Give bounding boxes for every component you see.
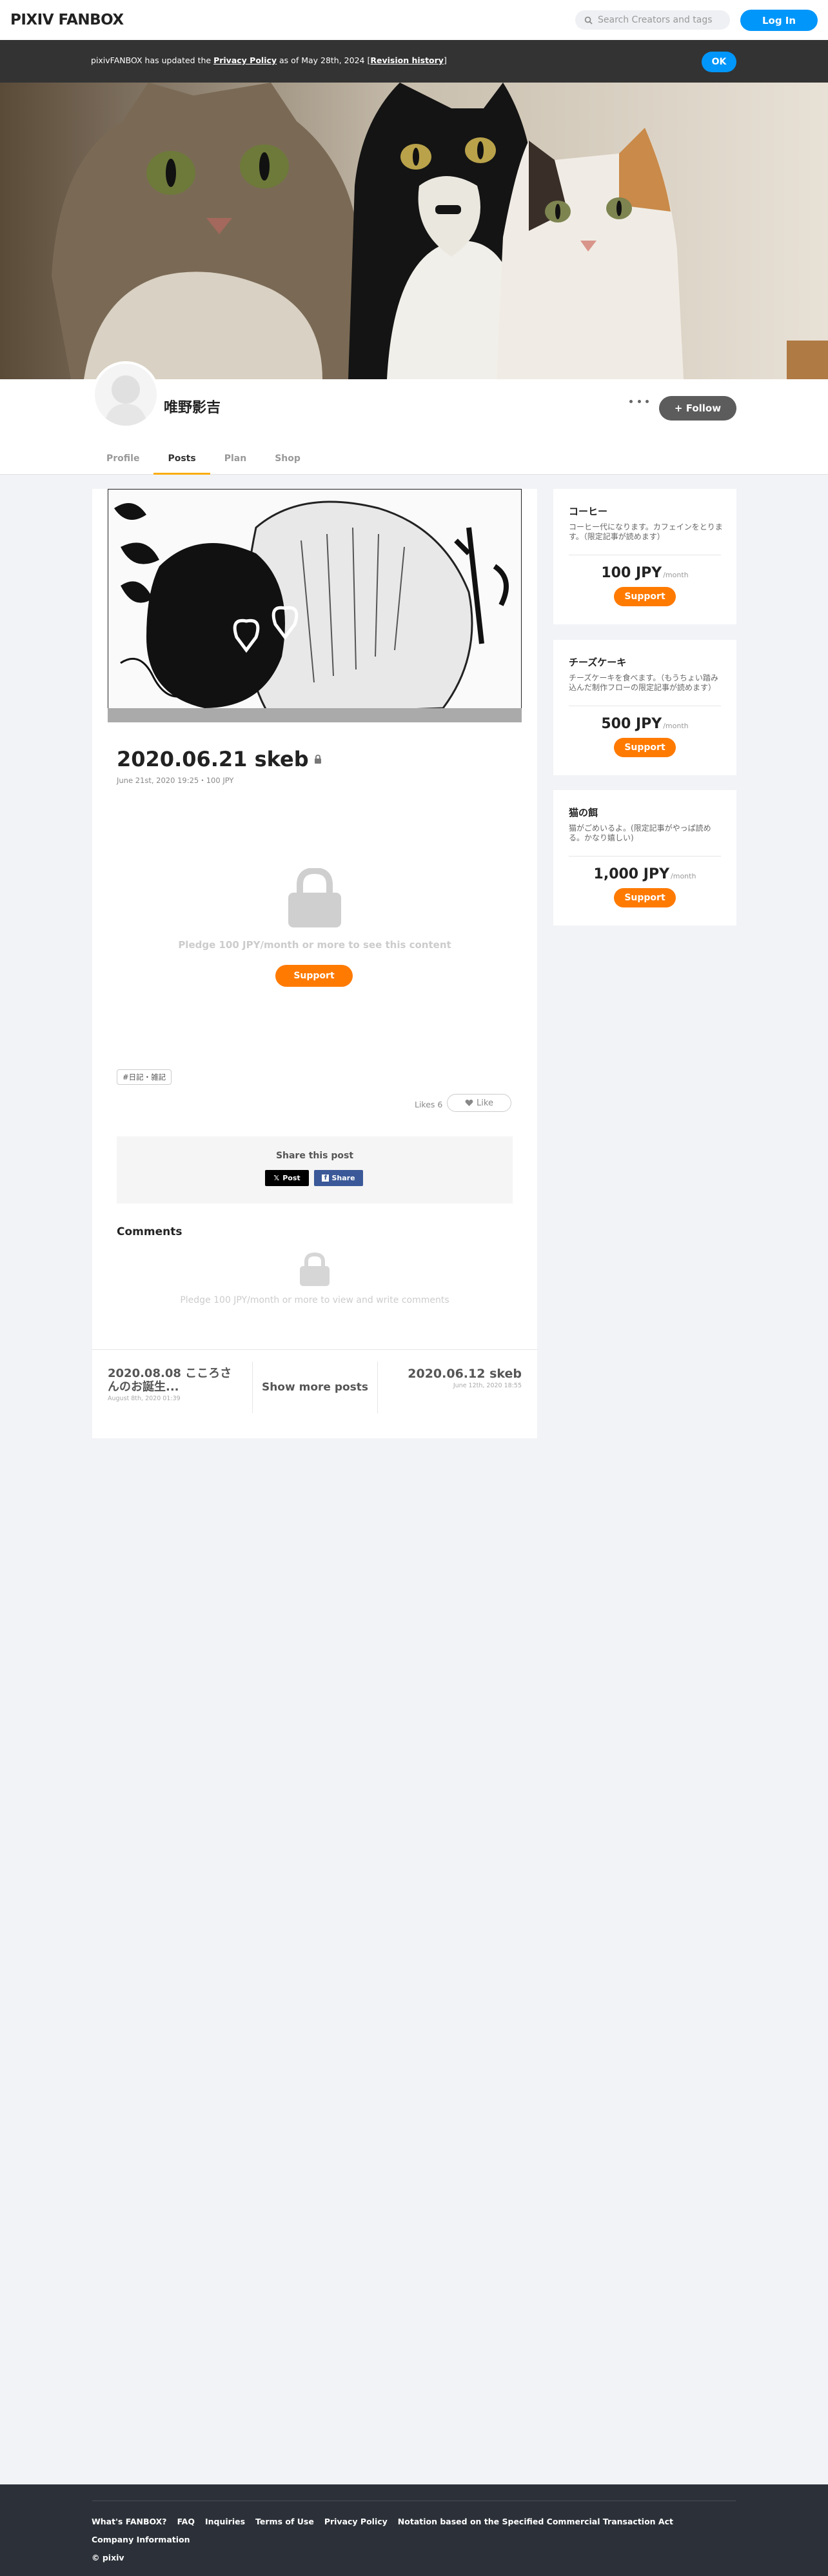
- share-section: Share this post 𝕏 Post f Share: [117, 1136, 513, 1204]
- revision-history-link[interactable]: Revision history: [370, 55, 444, 65]
- footer-link-whats-fanbox[interactable]: What's FANBOX?: [92, 2517, 167, 2526]
- support-button[interactable]: Support: [275, 965, 353, 987]
- x-logo-icon: 𝕏: [273, 1174, 280, 1182]
- share-title: Share this post: [275, 1151, 354, 1161]
- plan-name: 猫の餌: [569, 807, 598, 818]
- like-label: Like: [477, 1098, 493, 1108]
- locked-content-icon: [288, 868, 341, 927]
- plan-divider: [569, 856, 721, 857]
- plan-price-period: /month: [671, 872, 696, 880]
- privacy-notice-bar: pixivFANBOX has updated the Privacy Poli…: [0, 40, 828, 83]
- notice-suffix: ]: [443, 55, 447, 65]
- post-navigation: 2020.08.08 こころさんのお誕生... August 8th, 2020…: [92, 1349, 537, 1413]
- plan-price-period: /month: [663, 571, 689, 579]
- previous-post-title: 2020.08.08 こころさんのお誕生...: [108, 1367, 232, 1394]
- top-header: PIXIV FANBOX Search Creators and tags Lo…: [0, 0, 828, 40]
- pledge-required-text: Pledge 100 JPY/month or more to see this…: [178, 939, 451, 951]
- search-icon: [584, 16, 593, 25]
- follow-button[interactable]: + Follow: [659, 396, 736, 421]
- privacy-policy-link[interactable]: Privacy Policy: [213, 55, 277, 65]
- page-footer: What's FANBOX? FAQ Inquiries Terms of Us…: [0, 2484, 828, 2576]
- plan-name: チーズケーキ: [569, 657, 627, 668]
- plan-price-amount: 500 JPY: [601, 716, 662, 732]
- comments-lock-icon: [300, 1253, 330, 1286]
- plan-price-amount: 1,000 JPY: [593, 866, 670, 882]
- post-tag[interactable]: #日記・雑記: [117, 1069, 172, 1085]
- creator-tabs: Profile Posts Plan Shop: [92, 450, 315, 475]
- comments-title: Comments: [117, 1225, 182, 1238]
- creator-name[interactable]: 唯野影吉: [164, 396, 221, 417]
- previous-post-date: August 8th, 2020 01:39: [108, 1395, 181, 1402]
- next-post-date: June 12th, 2020 18:55: [453, 1382, 522, 1389]
- plan-price-period: /month: [663, 722, 689, 730]
- next-post-title: 2020.06.12 skeb: [408, 1367, 522, 1381]
- tab-profile[interactable]: Profile: [92, 450, 153, 475]
- plan-price: 100 JPY/month: [553, 565, 736, 581]
- tab-shop[interactable]: Shop: [261, 450, 315, 475]
- notice-ok-button[interactable]: OK: [702, 52, 736, 72]
- plan-support-button[interactable]: Support: [614, 738, 676, 757]
- creator-avatar[interactable]: [92, 361, 159, 428]
- plan-description: 猫がごめいるよ。(限定記事がやっぱ読める。かなり嬉しい): [569, 824, 711, 842]
- search-input[interactable]: Search Creators and tags: [575, 10, 730, 30]
- previous-post-link[interactable]: 2020.08.08 こころさんのお誕生... August 8th, 2020…: [108, 1367, 243, 1402]
- plan-card-coffee: コーヒー コーヒー代になります。カフェインをとります。（限定記事が読めます） 1…: [553, 489, 736, 624]
- tab-posts[interactable]: Posts: [153, 450, 210, 475]
- cover-image: [0, 83, 828, 379]
- footer-link-inquiries[interactable]: Inquiries: [205, 2517, 245, 2526]
- comments-pledge-text: Pledge 100 JPY/month or more to view and…: [180, 1295, 449, 1305]
- plan-price: 1,000 JPY/month: [553, 866, 736, 882]
- plan-price-amount: 100 JPY: [601, 565, 662, 581]
- post-title: 2020.06.21 skeb: [117, 747, 322, 771]
- footer-link-faq[interactable]: FAQ: [177, 2517, 195, 2526]
- footer-link-terms[interactable]: Terms of Use: [255, 2517, 314, 2526]
- post-meta: June 21st, 2020 19:25・100 JPY: [117, 776, 234, 785]
- notice-middle: as of May 28th, 2024 [: [277, 55, 371, 65]
- facebook-icon: f: [322, 1174, 330, 1182]
- plan-card-cheesecake: チーズケーキ チーズケーキを食べます。（もうちょい踏み込んだ制作フローの限定記事…: [553, 640, 736, 775]
- plan-support-button[interactable]: Support: [614, 587, 676, 606]
- search-placeholder: Search Creators and tags: [598, 15, 713, 25]
- tab-plan[interactable]: Plan: [210, 450, 261, 475]
- share-x-label: Post: [282, 1174, 301, 1182]
- notice-prefix: pixivFANBOX has updated the: [91, 55, 214, 65]
- plan-description: チーズケーキを食べます。（もうちょい踏み込んだ制作フローの限定記事が読めます）: [569, 673, 718, 692]
- footer-links: What's FANBOX? FAQ Inquiries Terms of Us…: [92, 2517, 684, 2526]
- share-facebook-label: Share: [331, 1174, 355, 1182]
- likes-count: Likes 6: [415, 1100, 443, 1109]
- plan-name: コーヒー: [569, 506, 608, 517]
- plan-card-cat-food: 猫の餌 猫がごめいるよ。(限定記事がやっぱ読める。かなり嬉しい) 1,000 J…: [553, 790, 736, 926]
- plan-description: コーヒー代になります。カフェインをとります。（限定記事が読めます）: [569, 522, 723, 541]
- show-more-posts-link[interactable]: Show more posts: [253, 1381, 377, 1394]
- creator-profile-bar: 唯野影吉 + Follow Profile Posts Plan Shop: [0, 361, 828, 475]
- footer-link-privacy[interactable]: Privacy Policy: [324, 2517, 388, 2526]
- login-button[interactable]: Log In: [740, 10, 818, 31]
- footer-link-commercial-notation[interactable]: Notation based on the Specified Commerci…: [398, 2517, 673, 2526]
- fanbox-logo[interactable]: PIXIV FANBOX: [10, 12, 124, 28]
- plan-price: 500 JPY/month: [553, 716, 736, 732]
- post-cover-image: [108, 489, 522, 722]
- post-article: 2020.06.21 skeb June 21st, 2020 19:25・10…: [92, 489, 537, 1438]
- notice-text: pixivFANBOX has updated the Privacy Poli…: [91, 55, 447, 65]
- footer-link-company[interactable]: Company Information: [92, 2535, 190, 2544]
- share-facebook-button[interactable]: f Share: [314, 1170, 363, 1186]
- like-button[interactable]: Like: [447, 1094, 511, 1112]
- heart-icon: [465, 1099, 473, 1106]
- share-x-button[interactable]: 𝕏 Post: [265, 1170, 309, 1186]
- footer-copyright: © pixiv: [92, 2553, 124, 2562]
- lock-icon: [314, 755, 321, 764]
- next-post-link[interactable]: 2020.06.12 skeb June 12th, 2020 18:55: [408, 1367, 522, 1389]
- more-options-icon[interactable]: [629, 395, 649, 408]
- plan-support-button[interactable]: Support: [614, 888, 676, 907]
- post-title-text: 2020.06.21 skeb: [117, 747, 309, 771]
- nav-divider: [377, 1362, 378, 1413]
